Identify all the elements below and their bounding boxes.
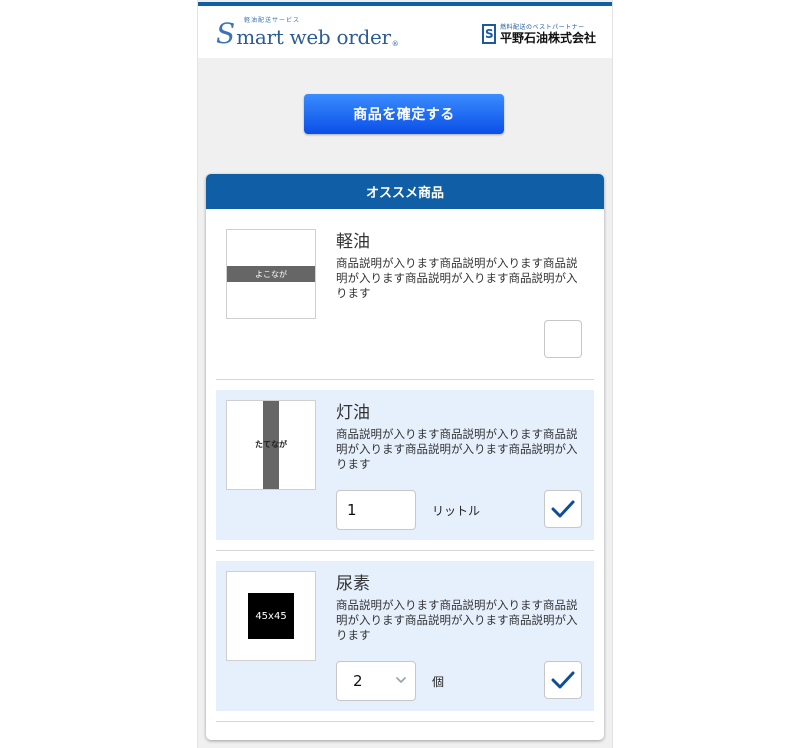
- header-bar: 軽油配送サービス S mart web order ® S 燃料配送のベストパー…: [198, 2, 612, 58]
- product-name: 灯油: [336, 403, 370, 423]
- thumbnail-placeholder-square: 45x45: [248, 593, 294, 639]
- item-divider: [216, 721, 594, 722]
- company-tagline: 燃料配送のベストパートナー: [499, 24, 585, 31]
- product-description: 商品説明が入ります商品説明が入ります商品説明が入ります商品説明が入ります商品説明…: [336, 256, 578, 300]
- product-select-checkbox[interactable]: [544, 320, 582, 358]
- logo-tagline: 軽油配送サービス: [244, 17, 301, 24]
- quantity-unit: リットル: [432, 504, 481, 518]
- checkmark-icon: [551, 500, 575, 518]
- company-mark-icon: S: [481, 23, 496, 44]
- company-name: 平野石油株式会社: [499, 31, 596, 45]
- company-mark-letter: S: [484, 26, 494, 41]
- quantity-input[interactable]: [336, 490, 416, 530]
- quantity-select-value: 2: [353, 672, 363, 690]
- company-logo: S 燃料配送のベストパートナー 平野石油株式会社: [481, 22, 596, 45]
- product-item-light-oil: よこなが 軽油 商品説明が入ります商品説明が入ります商品説明が入ります商品説明が…: [216, 219, 594, 369]
- recommended-products-panel: オススメ商品 よこなが 軽油 商品説明が入ります商品説明が入ります商品説明が入り…: [206, 174, 604, 740]
- confirm-products-button[interactable]: 商品を確定する: [304, 94, 504, 134]
- thumbnail-placeholder-horizontal: よこなが: [227, 266, 315, 282]
- product-item-kerosene: たてなが 灯油 商品説明が入ります商品説明が入ります商品説明が入ります商品説明が…: [216, 390, 594, 540]
- product-select-checkbox[interactable]: [544, 661, 582, 699]
- item-divider: [216, 379, 594, 380]
- thumbnail-label: たてなが: [255, 440, 287, 449]
- product-description: 商品説明が入ります商品説明が入ります商品説明が入ります商品説明が入ります商品説明…: [336, 427, 578, 471]
- logo-wordmark: mart web order: [236, 25, 391, 49]
- product-thumbnail: よこなが: [226, 229, 316, 319]
- chevron-down-icon: [396, 677, 406, 683]
- product-name: 軽油: [336, 232, 370, 252]
- product-select-checkbox[interactable]: [544, 490, 582, 528]
- product-thumbnail: 45x45: [226, 571, 316, 661]
- logo-s-mark: S: [216, 17, 236, 50]
- company-text-block: 燃料配送のベストパートナー 平野石油株式会社: [500, 22, 596, 45]
- logo-registered-mark: ®: [391, 40, 399, 48]
- app-frame: 軽油配送サービス S mart web order ® S 燃料配送のベストパー…: [197, 0, 613, 748]
- checkmark-icon: [551, 671, 575, 689]
- quantity-select[interactable]: 2: [336, 661, 416, 701]
- product-item-urea: 45x45 尿素 商品説明が入ります商品説明が入ります商品説明が入ります商品説明…: [216, 561, 594, 711]
- panel-title: オススメ商品: [206, 174, 604, 209]
- product-description: 商品説明が入ります商品説明が入ります商品説明が入ります商品説明が入ります商品説明…: [336, 598, 578, 642]
- app-logo[interactable]: 軽油配送サービス S mart web order ®: [216, 17, 399, 50]
- product-name: 尿素: [336, 574, 370, 594]
- quantity-unit: 個: [432, 675, 445, 689]
- item-divider: [216, 550, 594, 551]
- product-thumbnail: たてなが: [226, 400, 316, 490]
